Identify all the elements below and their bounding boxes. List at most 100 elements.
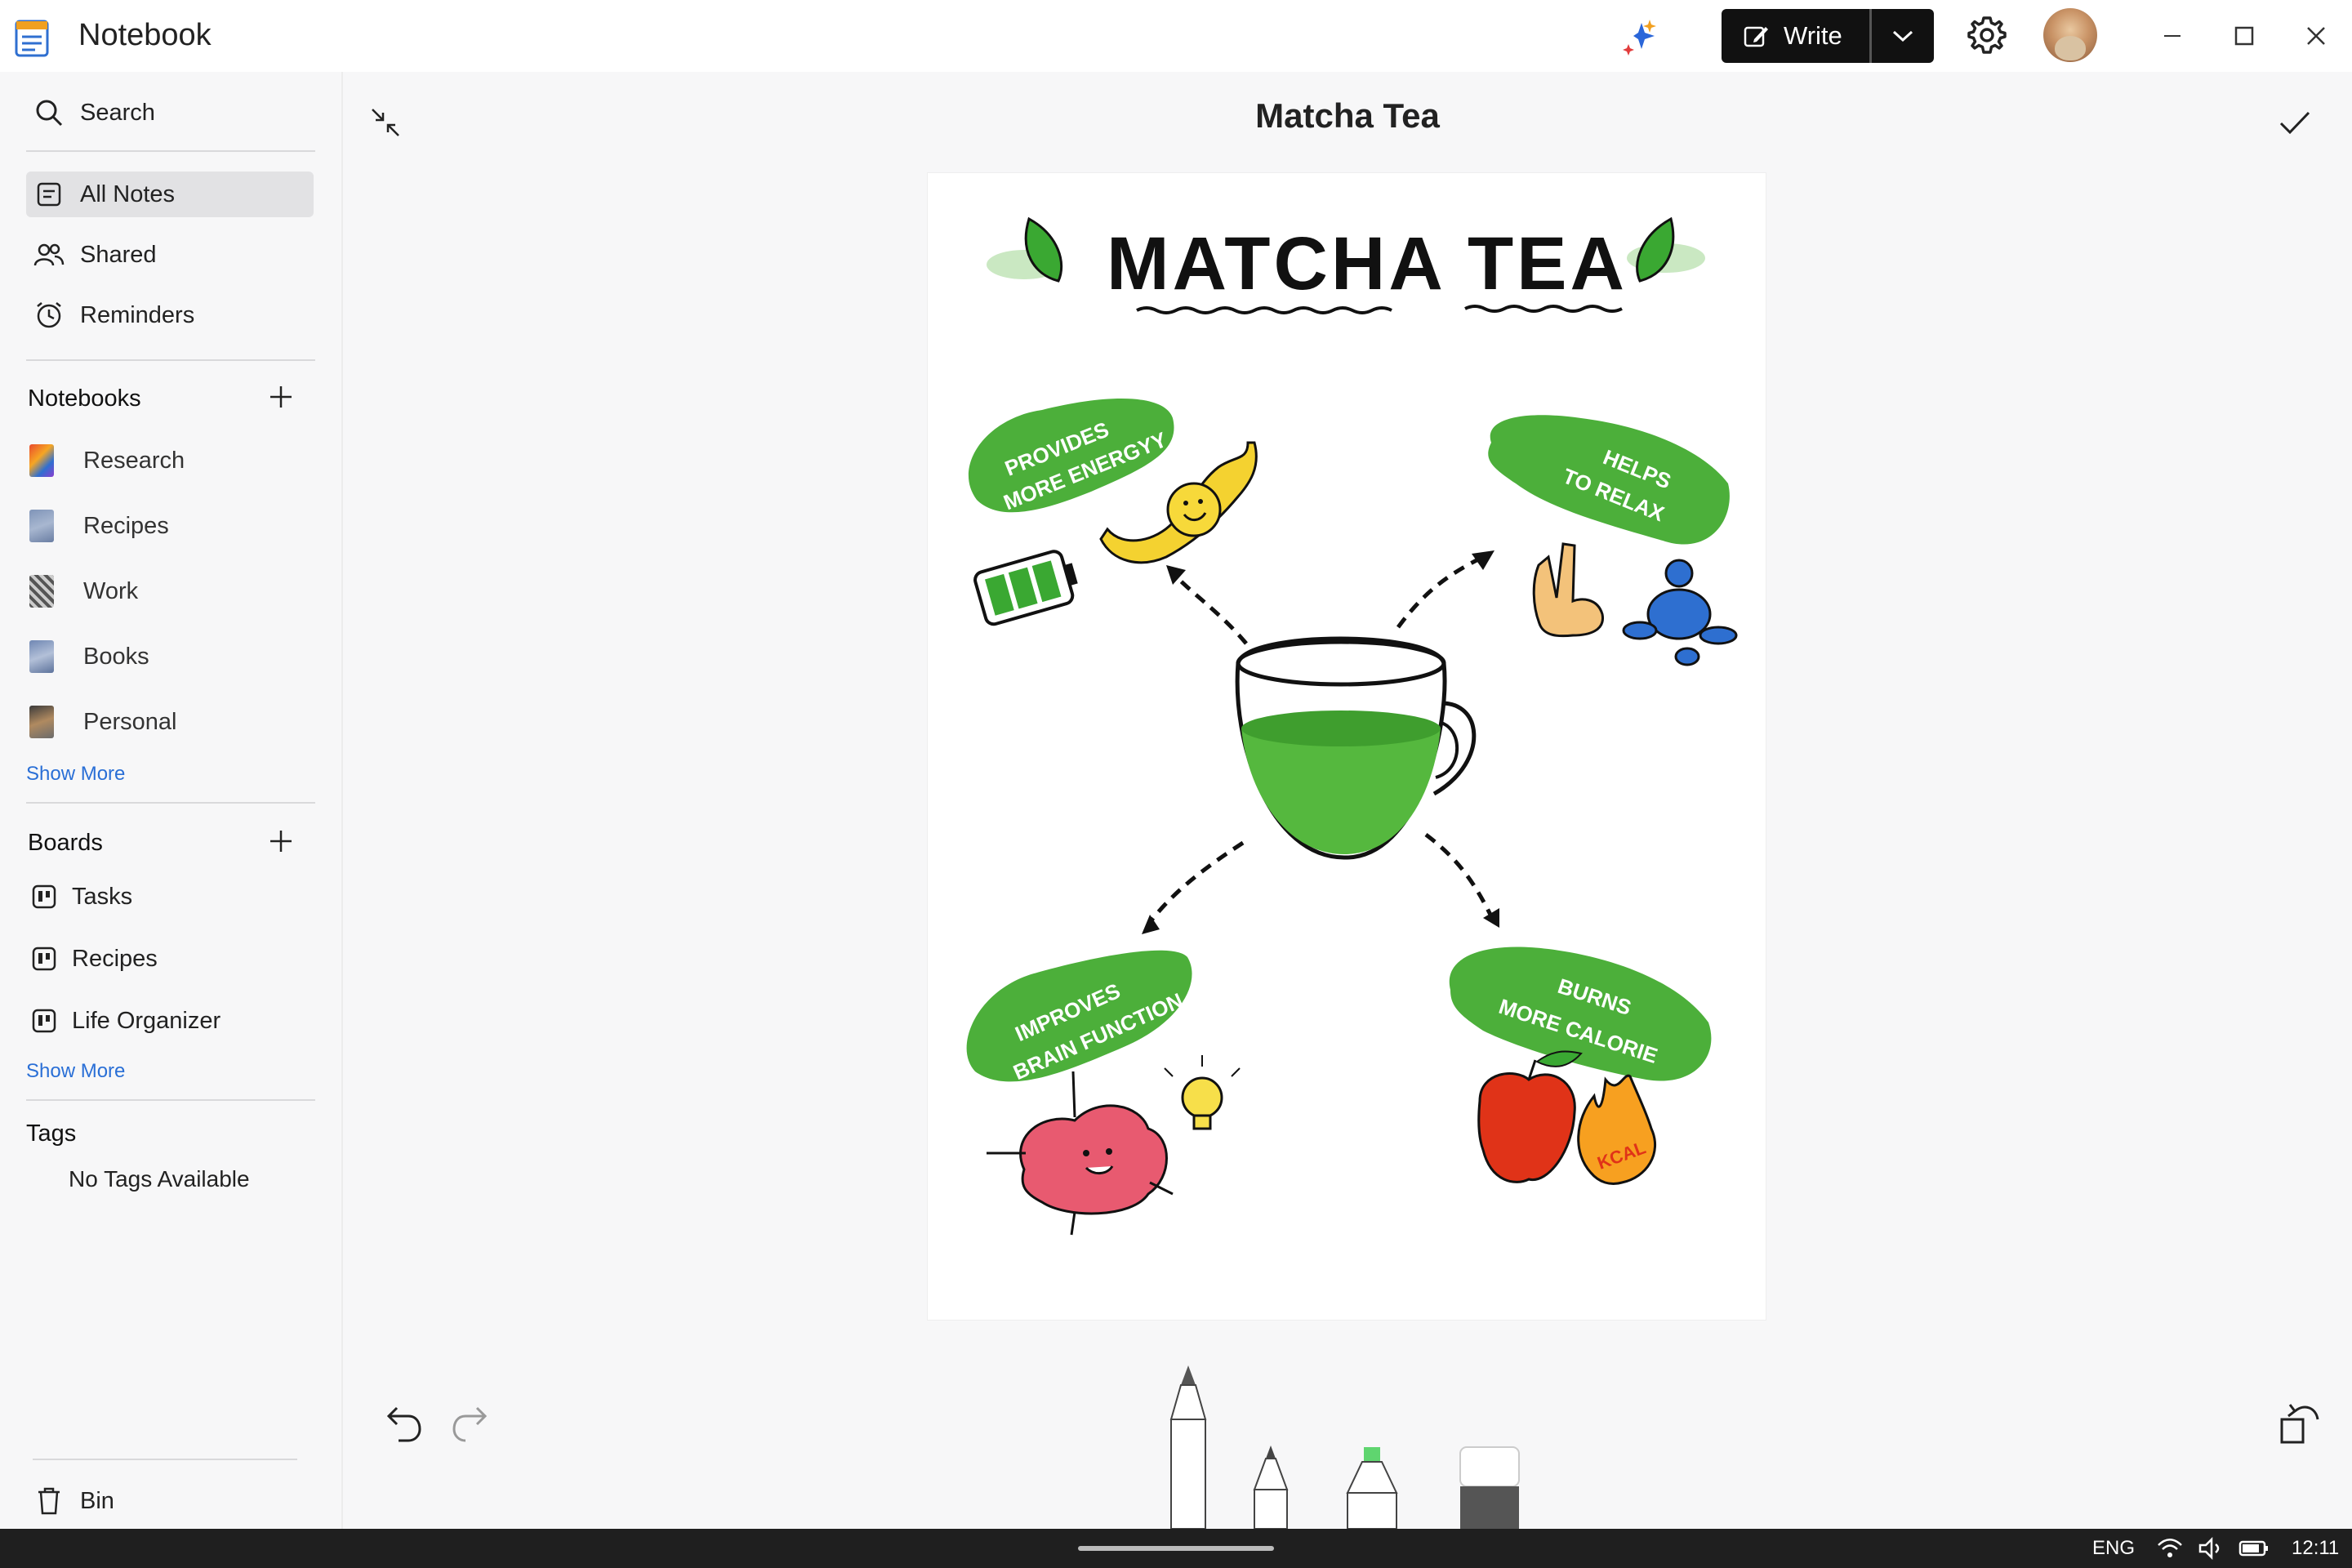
drawing-heading: MATCHA TEA [1107, 222, 1628, 305]
maximize-icon [2234, 26, 2254, 46]
note-page-canvas[interactable]: MATCHA TEA PROVIDES MORE ENERGYY HELPS T… [928, 173, 1766, 1320]
board-item-life-organizer[interactable]: Life Organizer [28, 998, 315, 1044]
sidebar-divider [26, 359, 315, 361]
add-board-button[interactable] [263, 823, 299, 859]
search-button[interactable]: Search [26, 90, 314, 136]
pencil-icon [1169, 1365, 1207, 1529]
notebook-item-personal[interactable]: Personal [29, 697, 307, 746]
close-window-button[interactable] [2292, 11, 2341, 60]
notebook-cover [29, 706, 54, 738]
notebook-cover [29, 444, 54, 477]
boards-show-more-link[interactable]: Show More [26, 1060, 125, 1083]
sidebar-item-reminders[interactable]: Reminders [26, 292, 314, 338]
sidebar-item-all-notes[interactable]: All Notes [26, 172, 314, 217]
notebook-cover [29, 510, 54, 542]
write-button-group: Write [1722, 9, 1934, 63]
notebook-app-icon [10, 15, 54, 59]
green-bubble: IMPROVES BRAIN FUNCTION [966, 950, 1192, 1085]
leaf-icon [987, 216, 1063, 283]
minimize-window-button[interactable] [2148, 11, 2197, 60]
highlighter-icon [1346, 1447, 1398, 1529]
pen-tool[interactable] [1246, 1441, 1295, 1529]
blue-turtle-drawing [1622, 559, 1738, 666]
bin-label: Bin [80, 1487, 114, 1514]
undo-icon [386, 1406, 421, 1442]
notebooks-heading: Notebooks [28, 385, 141, 412]
board-icon [28, 880, 60, 913]
collapse-view-button[interactable] [366, 103, 405, 142]
volume-icon[interactable] [2197, 1535, 2225, 1561]
sidebar-divider [33, 1459, 297, 1460]
trash-icon [33, 1485, 65, 1517]
matcha-drawing: MATCHA TEA PROVIDES MORE ENERGYY HELPS T… [966, 216, 1738, 1236]
notebook-label: Research [83, 447, 185, 474]
pen-icon [1253, 1446, 1289, 1529]
board-item-tasks[interactable]: Tasks [28, 874, 315, 920]
flame-drawing: KCAL [1577, 1074, 1657, 1185]
pen-edit-icon [1744, 26, 1768, 47]
board-item-recipes[interactable]: Recipes [28, 936, 315, 982]
sidebar-item-label: Reminders [80, 301, 195, 328]
apple-drawing [1477, 1050, 1583, 1183]
done-button[interactable] [2272, 100, 2318, 145]
board-label: Recipes [72, 945, 158, 972]
sidebar-item-shared[interactable]: Shared [26, 232, 314, 278]
eraser-tool[interactable] [1457, 1444, 1522, 1529]
maximize-window-button[interactable] [2220, 11, 2269, 60]
notebook-item-research[interactable]: Research [29, 436, 307, 485]
wifi-icon[interactable] [2156, 1535, 2184, 1561]
leaf-icon [1627, 216, 1705, 283]
keyboard-language[interactable]: ENG [2092, 1537, 2135, 1560]
board-label: Tasks [72, 883, 133, 910]
note-title[interactable]: Matcha Tea [915, 96, 1780, 136]
ai-sparkle-icon[interactable] [1617, 11, 1666, 60]
brain-character-drawing [987, 1071, 1174, 1236]
system-taskbar: ENG 12:11 [0, 1529, 2352, 1568]
notebook-label: Personal [83, 708, 177, 735]
app-title: Notebook [78, 18, 212, 52]
boards-heading: Boards [28, 830, 103, 856]
add-notebook-button[interactable] [263, 379, 299, 415]
rotate-page-button[interactable] [2275, 1398, 2324, 1447]
sidebar-panel: Search All Notes Shared Reminders Notebo… [0, 72, 343, 1529]
write-button[interactable]: Write [1722, 9, 1869, 63]
peace-hand-drawing [1532, 542, 1604, 638]
clock-time[interactable]: 12:11 [2292, 1537, 2339, 1560]
minimize-icon [2164, 35, 2180, 37]
notebook-item-recipes[interactable]: Recipes [29, 501, 307, 550]
notebooks-show-more-link[interactable]: Show More [26, 763, 125, 786]
matcha-cup-drawing [1235, 636, 1477, 860]
board-label: Life Organizer [72, 1007, 221, 1034]
green-bubble: PROVIDES MORE ENERGYY [968, 399, 1174, 514]
pencil-tool[interactable] [1160, 1362, 1217, 1529]
chevron-down-icon [1892, 30, 1913, 42]
settings-gear-icon[interactable] [1963, 11, 2011, 59]
write-dropdown-button[interactable] [1872, 9, 1934, 63]
search-label: Search [80, 99, 155, 126]
highlighter-tool[interactable] [1339, 1444, 1405, 1529]
search-icon [33, 96, 65, 129]
notebook-cover [29, 640, 54, 673]
user-avatar[interactable] [2043, 8, 2097, 62]
notebook-label: Recipes [83, 512, 169, 539]
battery-icon[interactable] [2238, 1535, 2270, 1561]
green-bubble: BURNS MORE CALORIE [1449, 947, 1712, 1081]
notebook-item-books[interactable]: Books [29, 632, 307, 681]
undo-button[interactable] [377, 1396, 426, 1446]
light-bulb-drawing [1164, 1055, 1241, 1130]
eraser-icon [1459, 1446, 1520, 1529]
redo-button[interactable] [448, 1396, 497, 1446]
sidebar-item-label: Shared [80, 241, 157, 268]
notebook-item-work[interactable]: Work [29, 567, 307, 616]
tags-heading: Tags [26, 1120, 77, 1147]
alarm-clock-icon [33, 299, 65, 332]
tags-empty-message: No Tags Available [69, 1166, 250, 1192]
sidebar-item-label: All Notes [80, 180, 176, 207]
home-indicator[interactable] [1078, 1546, 1274, 1551]
plus-icon [270, 386, 292, 408]
plus-icon [270, 831, 292, 852]
checkmark-icon [2279, 111, 2310, 135]
bin-button[interactable]: Bin [26, 1478, 314, 1524]
avatar-portrait [2055, 36, 2086, 60]
board-icon [28, 942, 60, 975]
